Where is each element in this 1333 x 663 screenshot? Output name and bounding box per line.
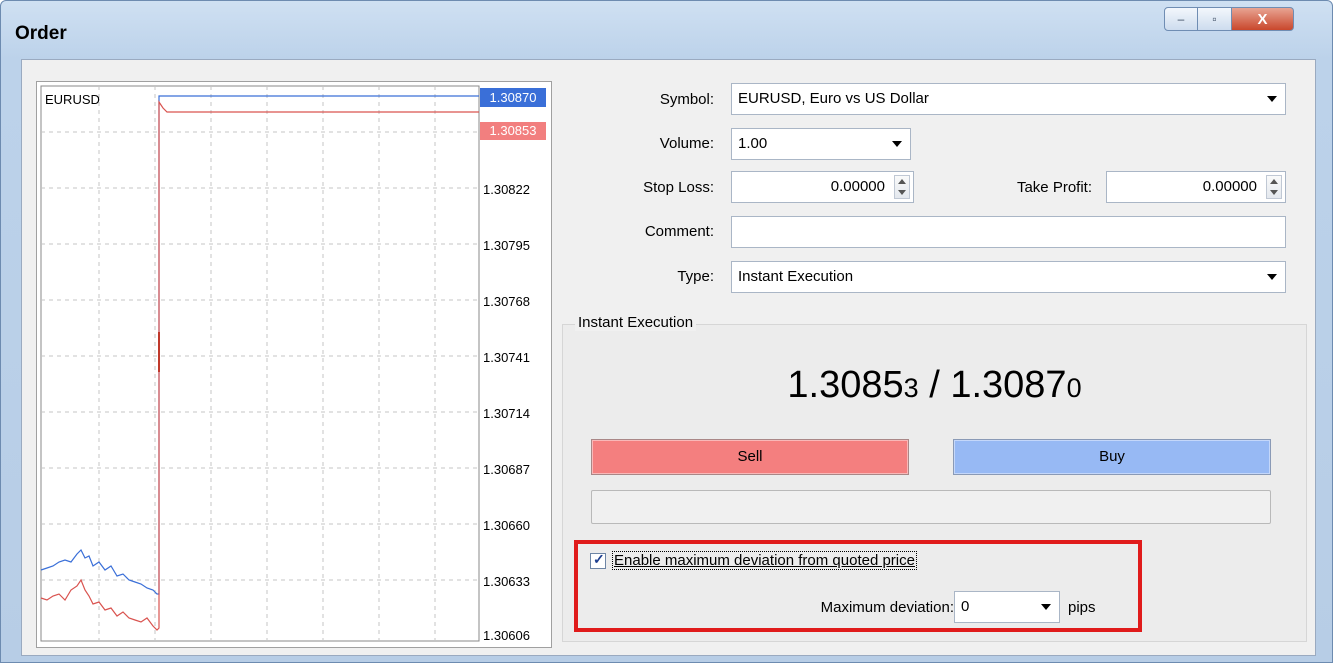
quote-separator: /	[918, 364, 951, 406]
enable-deviation-checkbox[interactable]: ✓	[590, 551, 606, 569]
y-tick-label: 1.30660	[483, 518, 530, 533]
stop-loss-stepper[interactable]	[894, 175, 910, 199]
volume-combobox[interactable]: 1.00	[731, 128, 911, 160]
take-profit-stepper[interactable]	[1266, 175, 1282, 199]
deviation-unit-label: pips	[1068, 599, 1096, 616]
window-title: Order	[15, 23, 67, 44]
chart-grid	[41, 86, 479, 641]
bid-price-main: 1.3085	[787, 364, 904, 406]
y-tick-label: 1.30741	[483, 350, 530, 365]
up-arrow-icon	[898, 179, 906, 184]
tick-chart: EURUSD 1.30870 1.30853 1.30822 1.30795 1…	[36, 81, 552, 648]
order-type-select[interactable]: Instant Execution	[731, 261, 1286, 293]
window-controls: – ▫ X	[1164, 7, 1294, 31]
minimize-icon: –	[1177, 12, 1185, 26]
title-bar[interactable]: Order – ▫ X	[1, 1, 1332, 59]
down-arrow-icon	[1270, 190, 1278, 195]
symbol-value: EURUSD, Euro vs US Dollar	[738, 90, 929, 107]
chevron-down-icon	[892, 141, 902, 147]
stop-loss-value: 0.00000	[830, 178, 885, 195]
comment-label: Comment:	[644, 223, 714, 240]
volume-value: 1.00	[738, 135, 768, 152]
bid-price-line	[40, 100, 479, 631]
minimize-button[interactable]: –	[1164, 7, 1198, 31]
y-tick-label: 1.30606	[483, 628, 530, 643]
close-icon: X	[1257, 10, 1268, 28]
ask-price-marker: 1.30870	[480, 88, 546, 107]
take-profit-field[interactable]: 0.00000	[1106, 171, 1286, 203]
chevron-down-icon	[1267, 96, 1277, 102]
y-tick-label: 1.30795	[483, 238, 530, 253]
take-profit-value: 0.00000	[1202, 178, 1257, 195]
enable-deviation-label[interactable]: Enable maximum deviation from quoted pri…	[612, 551, 917, 570]
execution-progress-bar	[591, 490, 1271, 524]
ask-price-pip: 0	[1066, 373, 1082, 403]
maximize-button[interactable]: ▫	[1198, 7, 1232, 31]
stop-loss-field[interactable]: 0.00000	[731, 171, 914, 203]
y-tick-label: 1.30687	[483, 462, 530, 477]
instant-execution-group-title: Instant Execution	[575, 314, 697, 331]
y-tick-label: 1.30714	[483, 406, 530, 421]
order-type-value: Instant Execution	[738, 268, 854, 285]
sell-button[interactable]: Sell	[591, 439, 909, 475]
y-tick-label: 1.30768	[483, 294, 530, 309]
maximize-icon: ▫	[1212, 12, 1217, 26]
comment-input[interactable]	[731, 216, 1286, 248]
chevron-down-icon	[1041, 604, 1051, 610]
ask-price-main: 1.3087	[950, 364, 1067, 406]
close-button[interactable]: X	[1232, 7, 1294, 31]
down-arrow-icon	[898, 190, 906, 195]
symbol-label: Symbol:	[659, 91, 714, 108]
up-arrow-icon	[1270, 179, 1278, 184]
chevron-down-icon	[1267, 274, 1277, 280]
take-profit-label: Take Profit:	[1016, 179, 1092, 196]
volume-label: Volume:	[659, 135, 714, 152]
y-tick-label: 1.30633	[483, 574, 530, 589]
bid-ask-quote: 1.30853 / 1.30870	[562, 364, 1307, 407]
max-deviation-combobox[interactable]: 0	[954, 591, 1060, 623]
ask-price-line	[40, 95, 479, 595]
tick-chart-plot	[40, 85, 480, 642]
max-deviation-label: Maximum deviation:	[820, 599, 954, 616]
bid-price-marker: 1.30853	[480, 122, 546, 140]
buy-button[interactable]: Buy	[953, 439, 1271, 475]
bid-price-pip: 3	[903, 373, 919, 403]
checkmark-icon: ✓	[593, 551, 605, 567]
stop-loss-label: Stop Loss:	[643, 179, 714, 196]
symbol-select[interactable]: EURUSD, Euro vs US Dollar	[731, 83, 1286, 115]
chart-symbol-label: EURUSD	[45, 92, 100, 107]
y-tick-label: 1.30822	[483, 182, 530, 197]
order-window: Order – ▫ X EURUSD 1.30870 1.30853 1.308…	[0, 0, 1333, 663]
order-dialog-body: EURUSD 1.30870 1.30853 1.30822 1.30795 1…	[21, 59, 1316, 656]
type-label: Type:	[677, 268, 714, 285]
max-deviation-value: 0	[961, 598, 970, 615]
